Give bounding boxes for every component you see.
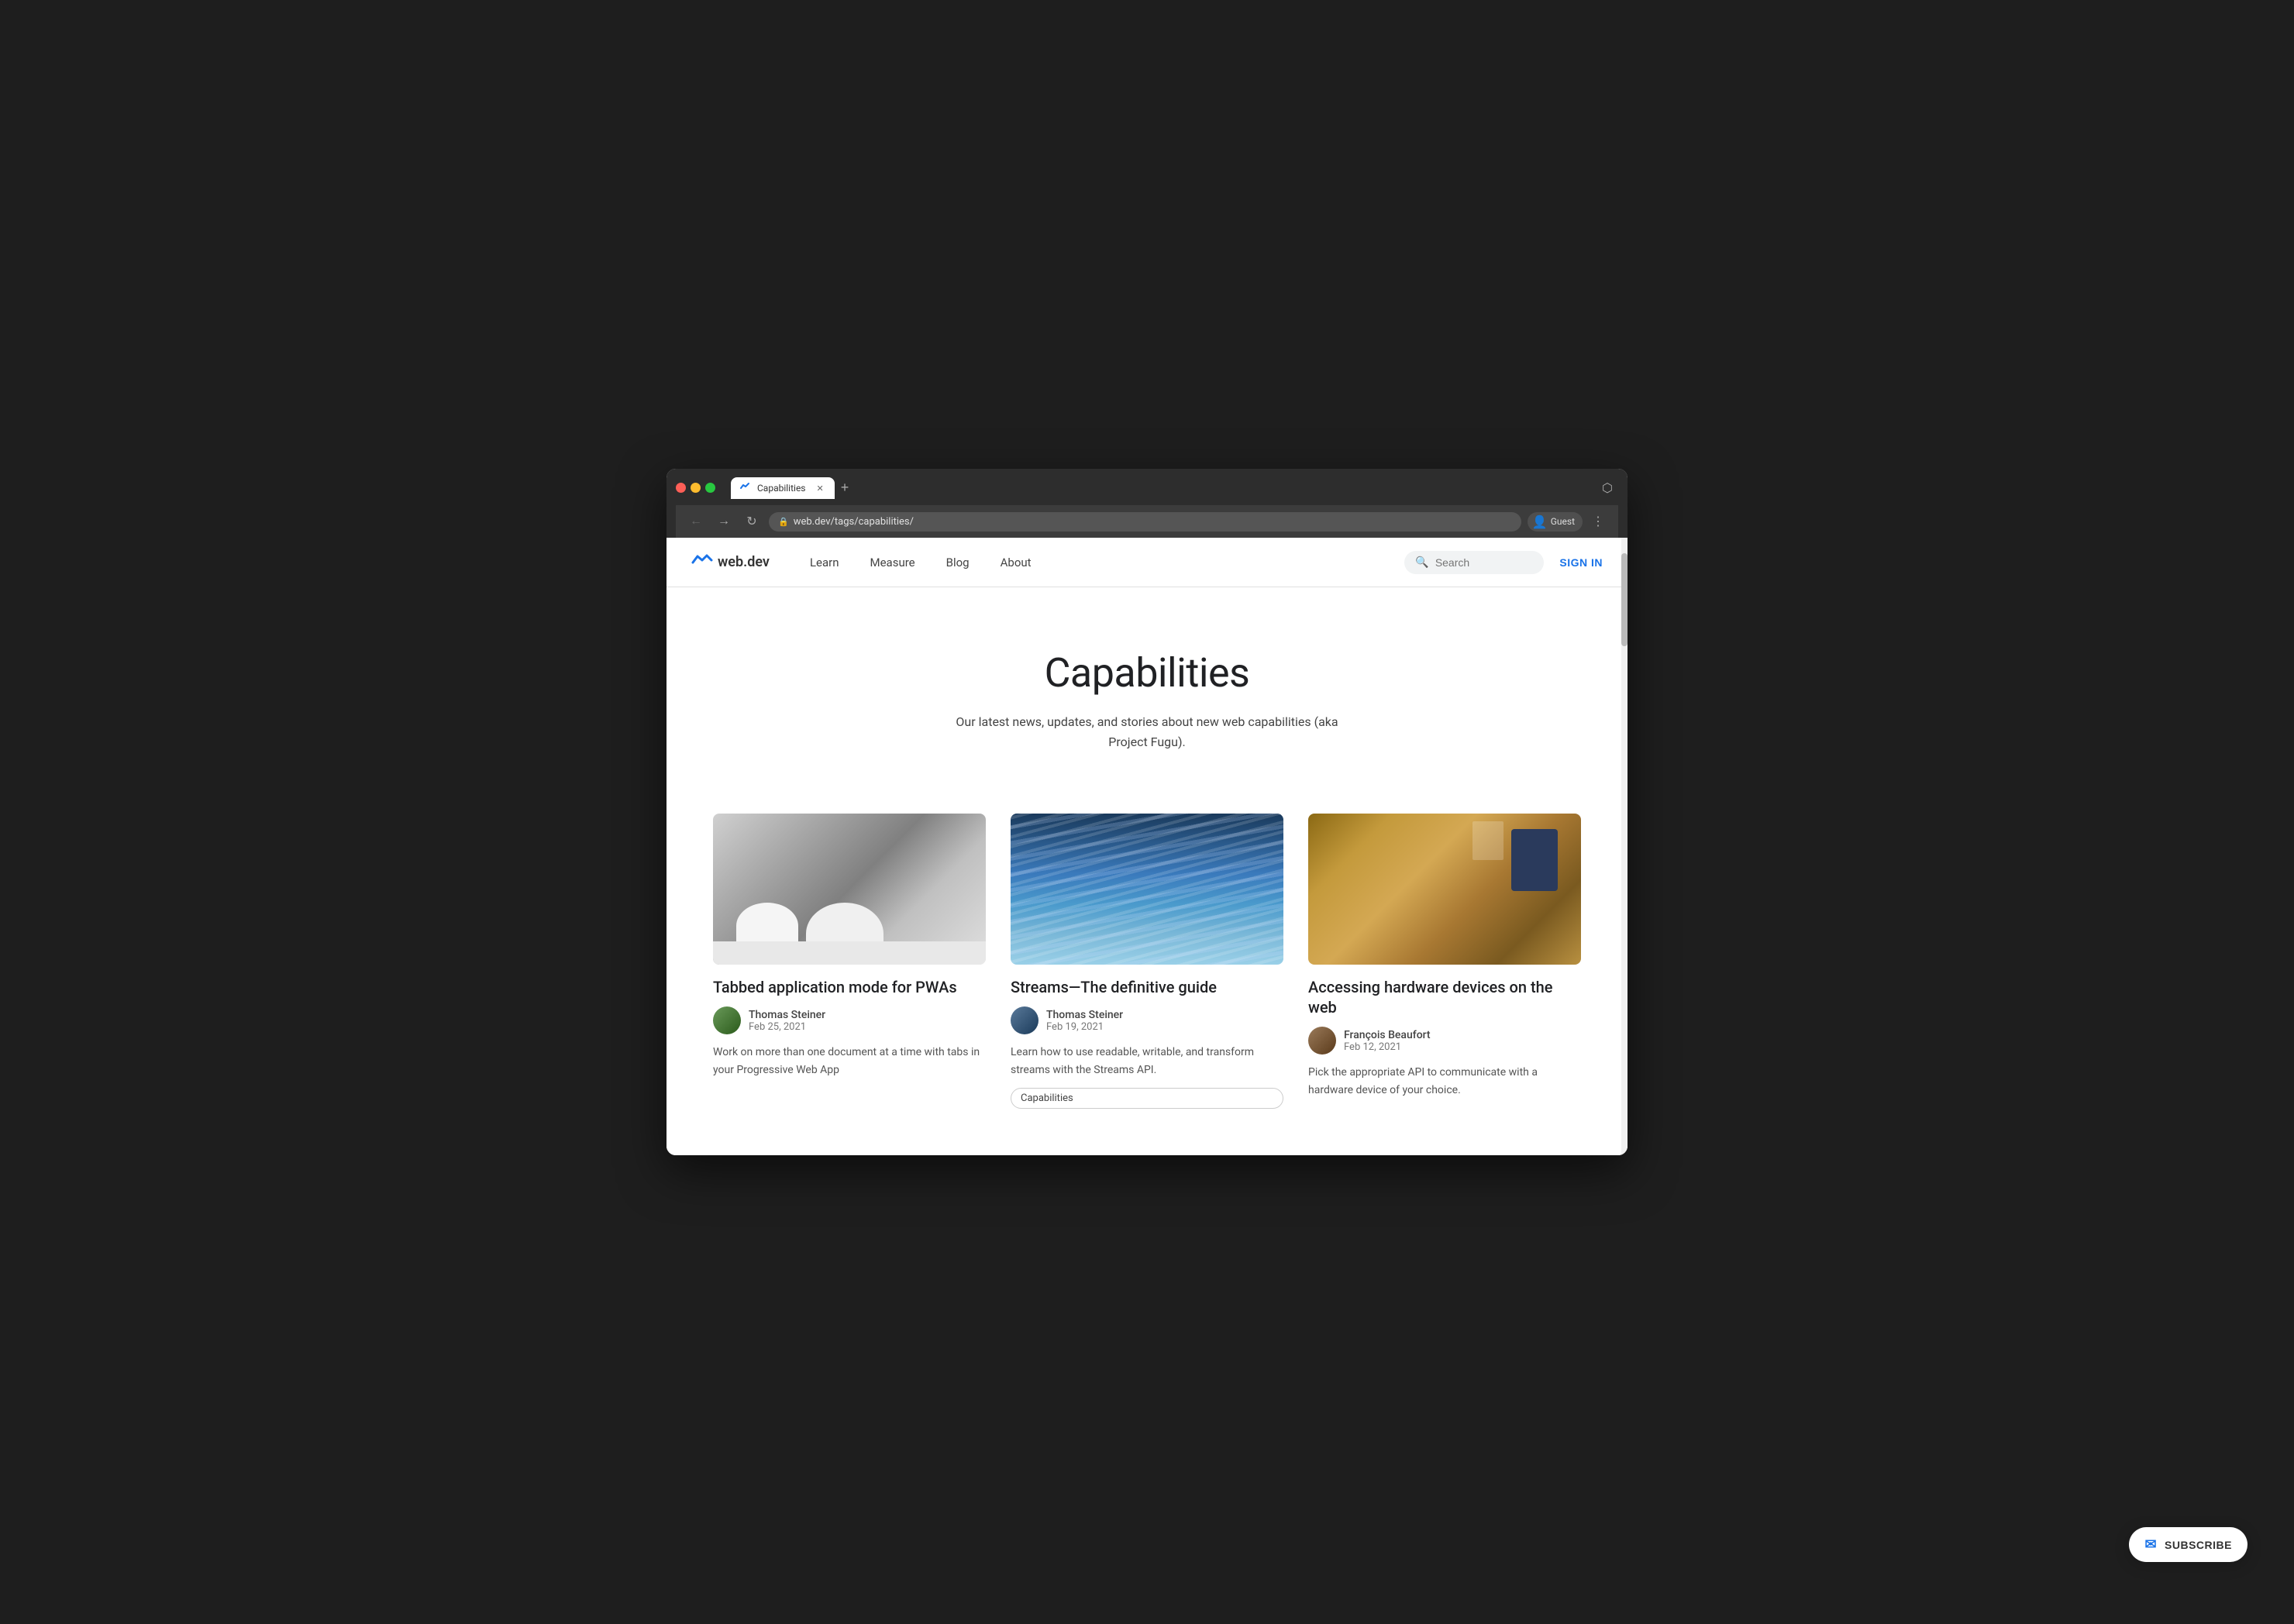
browser-toolbar: ← → ↻ 🔒 web.dev/tags/capabilities/ 👤 Gue… — [676, 505, 1618, 538]
back-icon: ← — [690, 514, 702, 528]
reload-icon: ↻ — [746, 514, 756, 529]
articles-grid: Tabbed application mode for PWAs Thomas … — [666, 798, 1628, 1155]
article-date-3: Feb 12, 2021 — [1344, 1041, 1431, 1053]
author-info-2: Thomas Steiner Feb 19, 2021 — [1046, 1009, 1123, 1033]
author-info-1: Thomas Steiner Feb 25, 2021 — [749, 1009, 825, 1033]
page-title: Capabilities — [698, 649, 1596, 697]
article-card-hardware: Accessing hardware devices on the web Fr… — [1308, 814, 1581, 1109]
subscribe-button[interactable]: ✉ SUBSCRIBE — [2129, 1527, 2248, 1562]
site-navigation: web.dev Learn Measure Blog About 🔍 SIGN … — [666, 538, 1628, 587]
author-name-1: Thomas Steiner — [749, 1009, 825, 1021]
subscribe-icon: ✉ — [2144, 1536, 2157, 1553]
article-excerpt-1: Work on more than one document at a time… — [713, 1044, 986, 1079]
article-excerpt-3: Pick the appropriate API to communicate … — [1308, 1064, 1581, 1099]
nav-link-learn[interactable]: Learn — [794, 538, 855, 587]
search-input[interactable] — [1435, 556, 1534, 569]
new-tab-button[interactable]: + — [835, 477, 856, 499]
article-image-streams — [1011, 814, 1283, 965]
traffic-lights — [676, 483, 715, 493]
nav-right: 🔍 SIGN IN — [1404, 551, 1603, 574]
author-name-2: Thomas Steiner — [1046, 1009, 1123, 1021]
article-date-1: Feb 25, 2021 — [749, 1021, 825, 1033]
nav-links: Learn Measure Blog About — [794, 538, 1047, 587]
article-date-2: Feb 19, 2021 — [1046, 1021, 1123, 1033]
user-label: Guest — [1551, 516, 1575, 527]
hero-section: Capabilities Our latest news, updates, a… — [666, 587, 1628, 798]
article-author-hardware: François Beaufort Feb 12, 2021 — [1308, 1027, 1581, 1055]
logo-text: web.dev — [718, 554, 770, 570]
nav-link-blog[interactable]: Blog — [931, 538, 985, 587]
address-bar[interactable]: 🔒 web.dev/tags/capabilities/ — [769, 512, 1521, 532]
article-image-tabbed — [713, 814, 986, 965]
search-box[interactable]: 🔍 — [1404, 551, 1544, 574]
tab-close-button[interactable]: ✕ — [817, 483, 824, 494]
lock-icon: 🔒 — [778, 517, 789, 527]
avatar-image-2 — [1011, 1006, 1038, 1034]
author-avatar-1 — [713, 1006, 741, 1034]
article-card-streams: Streams—The definitive guide Thomas Stei… — [1011, 814, 1283, 1109]
scrollbar-thumb[interactable] — [1621, 553, 1628, 646]
minimize-button[interactable] — [691, 483, 701, 493]
avatar-image-1 — [713, 1006, 741, 1034]
browser-titlebar: Capabilities ✕ + ⬡ — [676, 477, 1618, 499]
browser-chrome: Capabilities ✕ + ⬡ ← → ↻ 🔒 web.dev/tags/… — [666, 469, 1628, 538]
author-name-3: François Beaufort — [1344, 1029, 1431, 1041]
toolbar-right: 👤 Guest ⋮ — [1528, 511, 1609, 532]
article-title-hardware: Accessing hardware devices on the web — [1308, 977, 1581, 1017]
article-image-hardware — [1308, 814, 1581, 965]
article-title-streams: Streams—The definitive guide — [1011, 977, 1283, 997]
author-avatar-3 — [1308, 1027, 1336, 1055]
sign-in-button[interactable]: SIGN IN — [1559, 556, 1603, 569]
forward-button[interactable]: → — [713, 511, 735, 532]
avatar-image-3 — [1308, 1027, 1336, 1055]
search-icon: 🔍 — [1415, 556, 1428, 569]
tab-favicon-icon — [739, 482, 751, 494]
subscribe-label: SUBSCRIBE — [2165, 1539, 2232, 1551]
hero-description: Our latest news, updates, and stories ab… — [946, 712, 1348, 752]
user-avatar-icon: 👤 — [1532, 514, 1548, 529]
tab-title: Capabilities — [757, 483, 806, 494]
article-author-tabbed: Thomas Steiner Feb 25, 2021 — [713, 1006, 986, 1034]
back-button[interactable]: ← — [685, 511, 707, 532]
article-excerpt-2: Learn how to use readable, writable, and… — [1011, 1044, 1283, 1079]
nav-link-about[interactable]: About — [985, 538, 1047, 587]
extensions-button[interactable]: ⬡ — [1596, 477, 1618, 499]
article-tag-capabilities[interactable]: Capabilities — [1011, 1088, 1283, 1109]
author-avatar-2 — [1011, 1006, 1038, 1034]
author-info-3: François Beaufort Feb 12, 2021 — [1344, 1029, 1431, 1053]
logo-icon — [691, 554, 713, 571]
close-button[interactable] — [676, 483, 686, 493]
scrollbar[interactable] — [1621, 538, 1628, 1155]
reload-button[interactable]: ↻ — [741, 511, 763, 532]
browser-window: Capabilities ✕ + ⬡ ← → ↻ 🔒 web.dev/tags/… — [666, 469, 1628, 1155]
forward-icon: → — [718, 514, 730, 528]
website-content: web.dev Learn Measure Blog About 🔍 SIGN … — [666, 538, 1628, 1155]
site-logo[interactable]: web.dev — [691, 554, 770, 571]
article-card-tabbed: Tabbed application mode for PWAs Thomas … — [713, 814, 986, 1109]
browser-menu-button[interactable]: ⋮ — [1587, 511, 1609, 532]
article-title-tabbed: Tabbed application mode for PWAs — [713, 977, 986, 997]
browser-tab-bar: Capabilities ✕ + — [731, 477, 1590, 499]
maximize-button[interactable] — [705, 483, 715, 493]
active-tab[interactable]: Capabilities ✕ — [731, 477, 835, 499]
user-chip[interactable]: 👤 Guest — [1528, 512, 1583, 532]
article-author-streams: Thomas Steiner Feb 19, 2021 — [1011, 1006, 1283, 1034]
nav-link-measure[interactable]: Measure — [855, 538, 931, 587]
url-text: web.dev/tags/capabilities/ — [794, 516, 914, 528]
